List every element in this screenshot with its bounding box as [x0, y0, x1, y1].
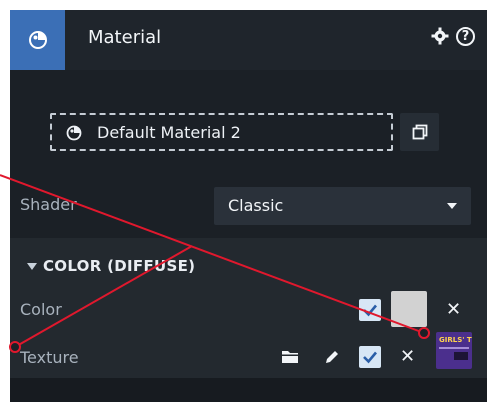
thumbnail-detail: [454, 352, 468, 360]
check-icon: [363, 351, 377, 364]
section-title[interactable]: COLOR (DIFFUSE): [43, 257, 195, 275]
color-diffuse-section: COLOR (DIFFUSE) Color ✕ Texture ✕ GIRLS'…: [10, 238, 487, 378]
folder-icon[interactable]: [281, 349, 299, 364]
chevron-down-icon: [447, 203, 457, 209]
check-icon: [363, 304, 377, 317]
texture-label: Texture: [20, 348, 79, 367]
material-panel: Material ? Default Material 2 Shader Cla…: [10, 10, 487, 402]
shader-label: Shader: [20, 195, 77, 214]
color-enabled-checkbox[interactable]: [359, 299, 381, 321]
copy-icon: [412, 124, 427, 140]
help-icon[interactable]: ?: [456, 27, 475, 46]
material-name: Default Material 2: [97, 123, 241, 142]
next-section-strip: [10, 378, 487, 402]
material-icon: [66, 125, 82, 141]
shader-value: Classic: [228, 196, 284, 215]
panel-title: Material: [88, 27, 162, 48]
pencil-icon[interactable]: [324, 349, 340, 365]
gear-icon[interactable]: [431, 27, 449, 45]
close-icon[interactable]: ✕: [400, 346, 415, 367]
texture-thumbnail[interactable]: GIRLS' TI: [436, 332, 472, 369]
color-label: Color: [20, 300, 62, 319]
color-swatch[interactable]: [391, 291, 427, 327]
clear-color-button[interactable]: ✕: [446, 299, 461, 320]
collapse-triangle-icon[interactable]: [27, 263, 37, 270]
material-icon: [28, 31, 47, 49]
duplicate-material-button[interactable]: [400, 113, 439, 151]
material-selector[interactable]: Default Material 2: [50, 113, 393, 151]
shader-dropdown[interactable]: Classic: [214, 187, 471, 225]
material-tab-button[interactable]: [10, 10, 65, 70]
thumbnail-text: GIRLS' TI: [439, 336, 472, 344]
thumbnail-detail: [439, 347, 469, 349]
panel-header: Material ?: [10, 10, 487, 70]
texture-enabled-checkbox[interactable]: [359, 346, 381, 368]
